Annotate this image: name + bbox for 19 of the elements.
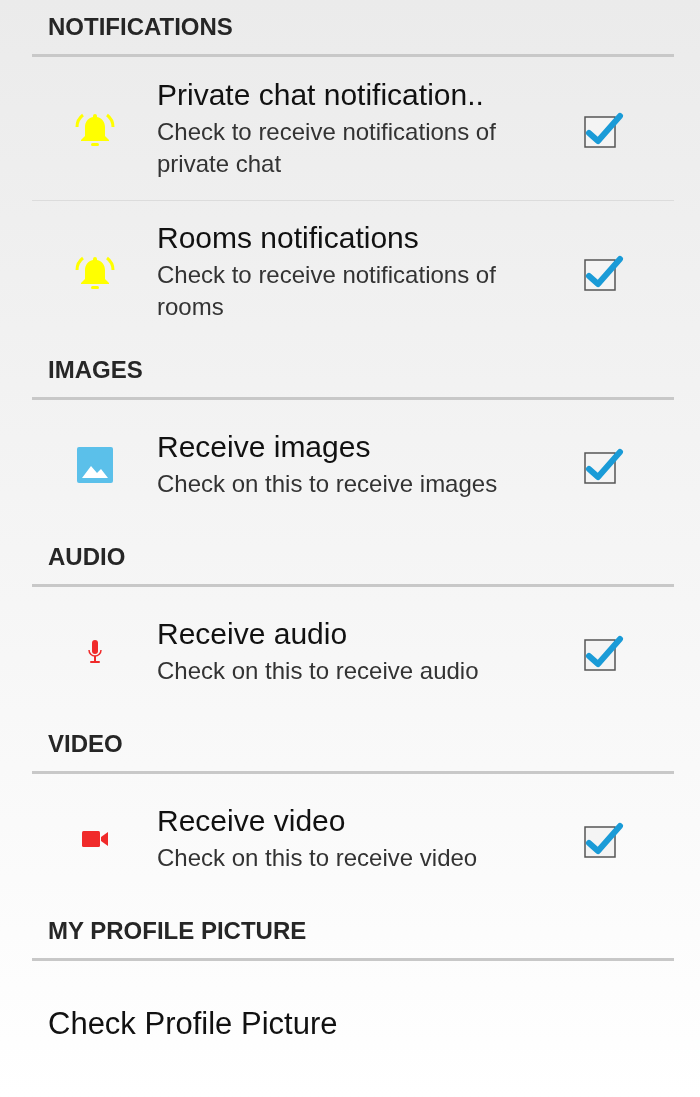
video-camera-icon	[81, 831, 108, 847]
setting-title[interactable]: Check Profile Picture	[48, 1005, 674, 1042]
setting-summary: Check to receive notifications of private chat	[157, 116, 497, 179]
setting-summary: Check on this to receive images	[157, 469, 499, 499]
section-header: NOTIFICATIONS	[48, 13, 233, 41]
setting-title: Receive video	[157, 804, 347, 838]
microphone-icon	[86, 640, 103, 664]
setting-title: Private chat notification..	[157, 77, 485, 112]
setting-summary: Check to receive notifications of rooms	[157, 260, 497, 322]
section-header: VIDEO	[48, 730, 123, 758]
section-header: AUDIO	[48, 543, 126, 571]
image-icon	[76, 447, 113, 483]
setting-title: Receive images	[157, 430, 372, 464]
setting-title: Rooms notifications	[157, 221, 420, 255]
setting-summary: Check on this to receive audio	[157, 656, 480, 686]
section-header: IMAGES	[48, 356, 143, 384]
setting-title: Receive audio	[157, 617, 349, 651]
setting-summary: Check on this to receive video	[157, 843, 479, 873]
section-header: MY PROFILE PICTURE	[48, 917, 307, 945]
